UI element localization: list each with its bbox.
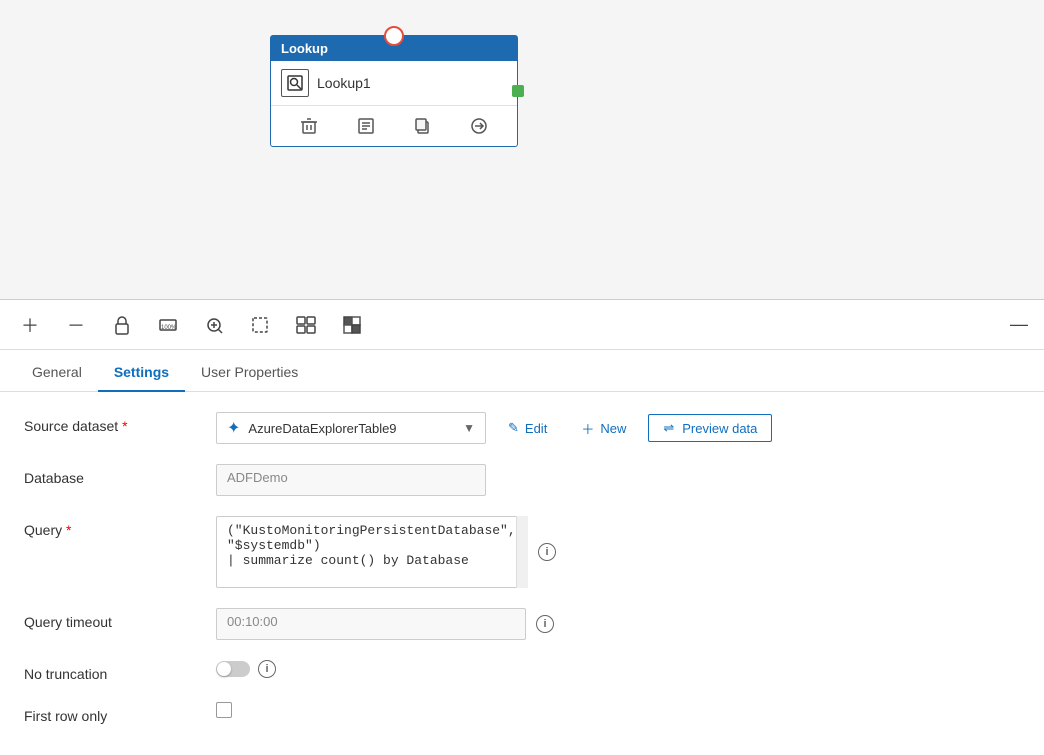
delete-node-button[interactable] <box>295 112 323 140</box>
preview-data-button[interactable]: ⇌ Preview data <box>648 414 772 442</box>
query-info-icon[interactable]: i <box>538 543 556 561</box>
lookup-icon <box>281 69 309 97</box>
no-truncation-row: No truncation i <box>24 660 1020 682</box>
database-control: ADFDemo <box>216 464 1020 496</box>
lookup-node-body: Lookup1 <box>271 61 517 106</box>
no-truncation-label: No truncation <box>24 660 204 682</box>
query-timeout-row: Query timeout 00:10:00 i <box>24 608 1020 640</box>
new-icon: ＋ <box>581 419 594 438</box>
edit-icon: ✎ <box>508 420 519 436</box>
copy-node-button[interactable] <box>408 112 436 140</box>
no-truncation-control: i <box>216 660 1020 678</box>
no-truncation-info-icon[interactable]: i <box>258 660 276 678</box>
database-label: Database <box>24 464 204 486</box>
dropdown-arrow-icon: ▼ <box>463 421 475 435</box>
query-timeout-info-icon[interactable]: i <box>536 615 554 633</box>
select-tool-button[interactable] <box>246 311 274 339</box>
no-truncation-toggle-wrap: i <box>216 660 276 678</box>
first-row-only-control <box>216 702 1020 718</box>
settings-node-button[interactable] <box>352 112 380 140</box>
node-circle-top <box>384 26 404 46</box>
query-textarea-wrap: ("KustoMonitoringPersistentDatabase", "$… <box>216 516 528 588</box>
first-row-only-row: First row only <box>24 702 1020 724</box>
tab-user-properties[interactable]: User Properties <box>185 354 314 392</box>
database-input: ADFDemo <box>216 464 486 496</box>
zoom-in-button[interactable]: ＋ <box>16 311 44 339</box>
toggle-knob <box>217 662 231 676</box>
connector-right <box>512 85 524 97</box>
edit-button[interactable]: ✎ Edit <box>496 415 559 441</box>
svg-text:100%: 100% <box>161 325 177 331</box>
first-row-only-checkbox[interactable] <box>216 702 232 718</box>
query-timeout-label: Query timeout <box>24 608 204 630</box>
tabs: General Settings User Properties <box>0 350 1044 392</box>
zoom-out-button[interactable]: － <box>62 311 90 339</box>
fit-view-button[interactable]: 100% <box>154 311 182 339</box>
minimize-button[interactable]: — <box>1010 314 1028 335</box>
dataset-value: AzureDataExplorerTable9 <box>248 421 455 436</box>
query-textarea[interactable]: ("KustoMonitoringPersistentDatabase", "$… <box>216 516 528 588</box>
query-control: ("KustoMonitoringPersistentDatabase", "$… <box>216 516 1020 588</box>
database-row: Database ADFDemo <box>24 464 1020 496</box>
new-button[interactable]: ＋ New <box>569 414 638 443</box>
source-dataset-control: ✦ AzureDataExplorerTable9 ▼ ✎ Edit ＋ New… <box>216 412 1020 444</box>
query-timeout-input[interactable]: 00:10:00 <box>216 608 526 640</box>
canvas-area: Lookup Lookup1 <box>0 0 1044 300</box>
theme-button[interactable] <box>338 311 366 339</box>
lock-button[interactable] <box>108 311 136 339</box>
auto-layout-button[interactable] <box>292 311 320 339</box>
zoom-fit-button[interactable] <box>200 311 228 339</box>
tab-general[interactable]: General <box>16 354 98 392</box>
node-name: Lookup1 <box>317 75 371 91</box>
preview-icon: ⇌ <box>663 420 674 436</box>
textarea-scrollbar[interactable] <box>516 516 528 588</box>
no-truncation-toggle[interactable] <box>216 661 250 677</box>
first-row-only-label: First row only <box>24 702 204 724</box>
toolbar: ＋ － 100% <box>0 300 1044 350</box>
node-title: Lookup <box>281 41 328 56</box>
source-dataset-dropdown[interactable]: ✦ AzureDataExplorerTable9 ▼ <box>216 412 486 444</box>
query-row: Query * ("KustoMonitoringPersistentDatab… <box>24 516 1020 588</box>
dataset-icon: ✦ <box>227 418 240 438</box>
tab-settings[interactable]: Settings <box>98 354 185 392</box>
lookup-node[interactable]: Lookup Lookup1 <box>270 35 518 147</box>
query-label: Query * <box>24 516 204 538</box>
query-timeout-control: 00:10:00 i <box>216 608 1020 640</box>
source-dataset-row: Source dataset * ✦ AzureDataExplorerTabl… <box>24 412 1020 444</box>
source-dataset-label: Source dataset * <box>24 412 204 434</box>
lookup-node-actions <box>271 106 517 146</box>
connect-node-button[interactable] <box>465 112 493 140</box>
settings-panel: Source dataset * ✦ AzureDataExplorerTabl… <box>0 392 1044 755</box>
